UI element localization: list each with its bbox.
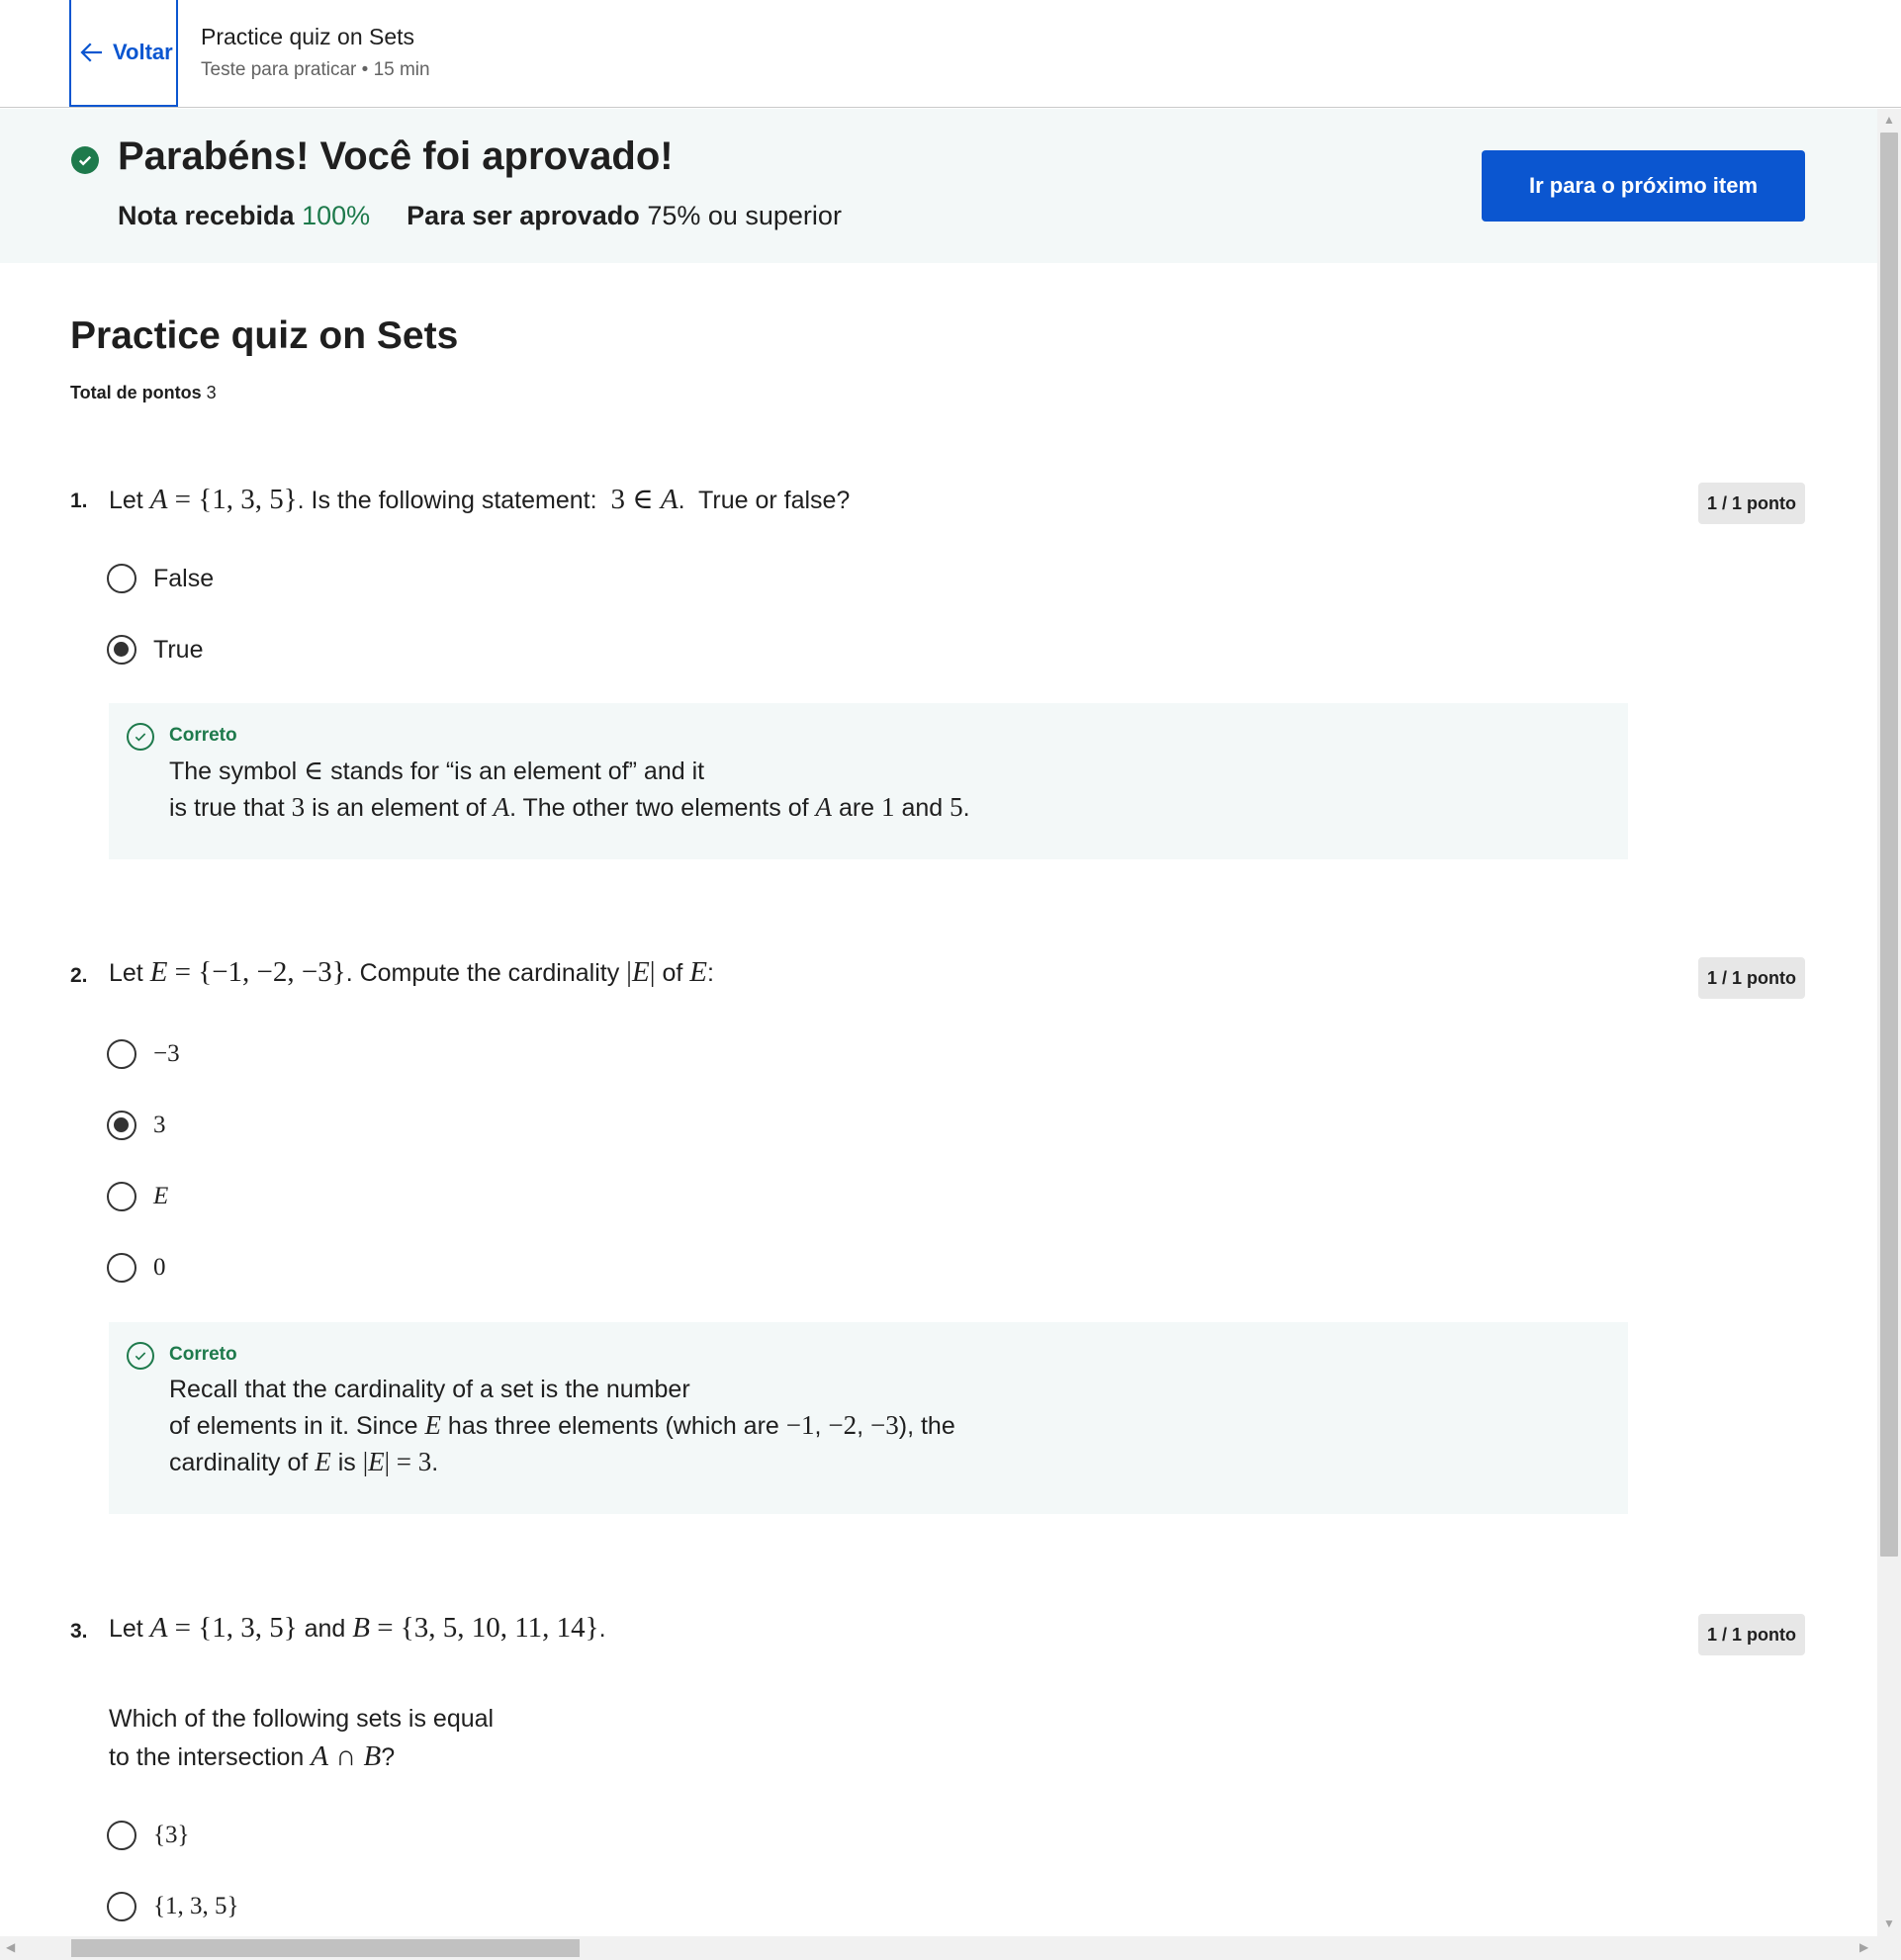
feedback-box: Correto Recall that the cardinality of a…: [109, 1322, 1628, 1514]
option-label: {1, 3, 5}: [153, 1893, 239, 1919]
points-badge: 1 / 1 ponto: [1698, 1614, 1805, 1655]
page-title: Practice quiz on Sets: [70, 314, 459, 357]
option-minus-3[interactable]: −3: [107, 1034, 180, 1074]
grade-value: 100%: [302, 201, 371, 230]
option-label: {3}: [153, 1822, 190, 1848]
radio-button[interactable]: [107, 1892, 136, 1921]
arrow-left-icon: [80, 43, 102, 62]
back-button[interactable]: Voltar: [69, 0, 178, 107]
option-3[interactable]: 3: [107, 1106, 166, 1145]
question-text: Let A = {1, 3, 5} and B = {3, 5, 10, 11,…: [109, 1612, 606, 1644]
scroll-down-arrow-icon[interactable]: ▼: [1883, 1916, 1895, 1930]
grade-line: Nota recebida 100% Para ser aprovado 75%…: [118, 201, 842, 231]
check-outline-icon: [127, 723, 154, 751]
option-label: E: [153, 1183, 169, 1209]
radio-button[interactable]: [107, 1821, 136, 1850]
total-points-label: Total de pontos: [70, 383, 202, 402]
option-label: False: [153, 564, 215, 592]
banner-title: Parabéns! Você foi aprovado!: [118, 134, 674, 178]
question-prompt-line1: Which of the following sets is equal: [109, 1705, 495, 1733]
grade-label: Nota recebida: [118, 201, 295, 230]
option-label: −3: [153, 1040, 180, 1067]
points-badge: 1 / 1 ponto: [1698, 957, 1805, 999]
option-set-3[interactable]: {3}: [107, 1816, 190, 1855]
pass-value: 75% ou superior: [647, 201, 842, 230]
radio-button[interactable]: [107, 1039, 136, 1069]
feedback-label: Correto: [169, 1344, 237, 1365]
question-text: Let A = {1, 3, 5}. Is the following stat…: [109, 484, 851, 515]
points-badge: 1 / 1 ponto: [1698, 483, 1805, 524]
radio-button[interactable]: [107, 1253, 136, 1283]
header-title: Practice quiz on Sets: [201, 24, 415, 49]
vertical-scrollbar-thumb[interactable]: [1880, 133, 1898, 1557]
feedback-label: Correto: [169, 725, 237, 746]
feedback-box: Correto The symbol ∈ stands for “is an e…: [109, 703, 1628, 859]
total-points: Total de pontos 3: [70, 383, 217, 403]
question-number: 3.: [70, 1620, 88, 1643]
feedback-text: The symbol ∈ stands for “is an element o…: [169, 756, 970, 822]
next-item-button[interactable]: Ir para o próximo item: [1482, 150, 1805, 222]
top-header: Voltar Practice quiz on Sets Teste para …: [0, 0, 1901, 108]
total-points-value: 3: [206, 383, 217, 402]
header-subtitle: Teste para praticar • 15 min: [201, 59, 430, 80]
scroll-right-arrow-icon[interactable]: ▶: [1859, 1940, 1868, 1954]
back-label: Voltar: [113, 40, 173, 64]
question-number: 2.: [70, 964, 88, 987]
pass-label: Para ser aprovado: [407, 201, 640, 230]
option-label: True: [153, 635, 204, 664]
option-false[interactable]: False: [107, 559, 214, 598]
option-true[interactable]: True: [107, 630, 203, 669]
option-label: 0: [153, 1254, 166, 1281]
option-label: 3: [153, 1112, 166, 1138]
radio-button-selected[interactable]: [107, 1111, 136, 1140]
scroll-up-arrow-icon[interactable]: ▲: [1883, 113, 1895, 127]
question-prompt-line2: to the intersection A ∩ B?: [109, 1740, 396, 1772]
option-0[interactable]: 0: [107, 1248, 166, 1288]
check-circle-icon: [71, 146, 99, 174]
scroll-left-arrow-icon[interactable]: ◀: [6, 1940, 15, 1954]
radio-button[interactable]: [107, 564, 136, 593]
horizontal-scrollbar-thumb[interactable]: [71, 1939, 580, 1957]
radio-button[interactable]: [107, 1182, 136, 1211]
check-outline-icon: [127, 1342, 154, 1370]
option-set-1-3-5[interactable]: {1, 3, 5}: [107, 1887, 239, 1926]
radio-button-selected[interactable]: [107, 635, 136, 665]
feedback-text: Recall that the cardinality of a set is …: [169, 1376, 955, 1476]
option-e[interactable]: E: [107, 1177, 168, 1216]
question-number: 1.: [70, 490, 88, 512]
question-text: Let E = {−1, −2, −3}. Compute the cardin…: [109, 956, 714, 988]
